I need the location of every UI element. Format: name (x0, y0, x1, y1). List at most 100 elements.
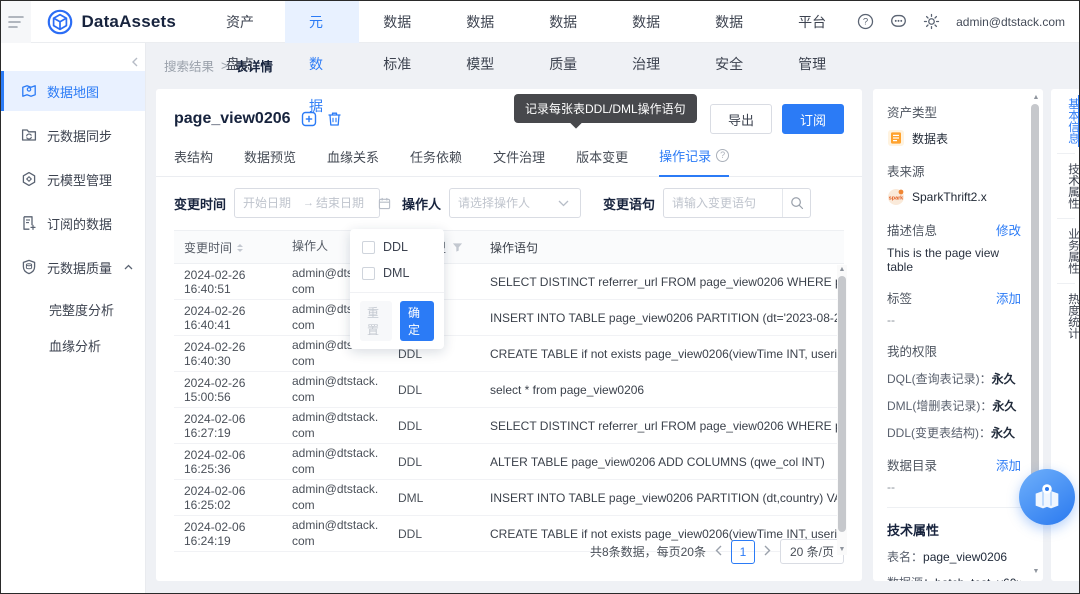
confirm-button[interactable]: 确定 (400, 301, 434, 341)
breadcrumb-search-results[interactable]: 搜索结果 (164, 56, 214, 75)
data-map-assistant-button[interactable] (1019, 469, 1075, 525)
nav-item-data-standard[interactable]: 数据标准 (359, 1, 442, 43)
checkbox-ddl[interactable] (362, 241, 375, 254)
operator-select[interactable] (449, 188, 581, 218)
filter-option-dml[interactable]: DML (362, 266, 432, 280)
end-date-input[interactable] (316, 196, 374, 210)
scrollbar-thumb[interactable] (838, 276, 846, 532)
reset-button[interactable]: 重置 (360, 301, 392, 341)
cell-statement-type: DML (398, 491, 490, 505)
sidebar-menu: 数据地图 元数据同步 元模型管理 订阅的数据 元数据质量 完整度分析 (1, 43, 145, 363)
tab-data-preview[interactable]: 数据预览 (244, 146, 296, 176)
table-row[interactable]: 2024-02-06 16:25:02 admin@dtstack.com DM… (174, 480, 844, 516)
operation-record-tooltip: 记录每张表DDL/DML操作语句 (514, 94, 697, 123)
sidebar-item-label: 订阅的数据 (47, 214, 112, 233)
sidebar-item-meta-model[interactable]: 元模型管理 (1, 159, 145, 199)
nav-item-data-security[interactable]: 数据安全 (691, 1, 774, 43)
table-scrollbar[interactable]: ▲ ▼ (837, 265, 847, 555)
sidebar-item-metadata-sync[interactable]: 元数据同步 (1, 115, 145, 155)
filter-option-ddl[interactable]: DDL (362, 240, 432, 254)
date-range-picker[interactable]: → (234, 188, 380, 218)
page-size-select[interactable]: 20 条/页 (780, 539, 844, 564)
cell-statement: ALTER TABLE page_view0206 ADD COLUMNS (q… (490, 455, 844, 469)
tags-value: -- (887, 313, 1021, 327)
table-row[interactable]: 2024-02-26 16:40:30 admin@dtstack.com DD… (174, 336, 844, 372)
side-tab-basic-info[interactable]: 基本信息 (1051, 89, 1080, 153)
nav-item-data-quality[interactable]: 数据质量 (525, 1, 608, 43)
checkbox-dml[interactable] (362, 267, 375, 280)
table-row[interactable]: 2024-02-26 16:40:51 admin@dtstack.com DD… (174, 264, 844, 300)
col-label: 操作语句 (490, 241, 538, 255)
delete-table-button[interactable] (327, 111, 342, 127)
option-label: DML (383, 266, 409, 280)
nav-item-data-model[interactable]: 数据模型 (442, 1, 525, 43)
hamburger-menu-button[interactable] (1, 1, 31, 43)
cell-statement-type: DDL (398, 527, 490, 541)
tab-label: 操作记录 (659, 146, 711, 165)
sql-search-input[interactable] (672, 196, 774, 210)
calendar-icon[interactable] (378, 197, 391, 210)
user-account[interactable]: admin@dtstack.com (956, 15, 1065, 29)
metadata-sync-icon (21, 127, 37, 143)
edit-description-link[interactable]: 修改 (996, 220, 1021, 239)
nav-item-metadata[interactable]: 元数据 (285, 1, 359, 43)
operator-select-input[interactable] (458, 196, 554, 210)
table-row[interactable]: 2024-02-26 15:00:56 admin@dtstack.com DD… (174, 372, 844, 408)
sql-search-field[interactable] (663, 188, 811, 218)
option-label: DDL (383, 240, 408, 254)
message-icon[interactable] (890, 13, 907, 30)
nav-item-data-governance[interactable]: 数据治理 (608, 1, 691, 43)
sidebar-collapse-button[interactable] (128, 55, 142, 69)
subscribe-button[interactable]: 订阅 (782, 104, 844, 134)
side-tab-heat-statistics[interactable]: 热度统计 (1051, 284, 1080, 348)
sidebar-subitem-lineage-analysis[interactable]: 血缘分析 (1, 327, 145, 363)
add-catalog-link[interactable]: 添加 (996, 455, 1021, 474)
page-number[interactable]: 1 (731, 540, 755, 564)
sidebar-item-metadata-quality[interactable]: 元数据质量 (1, 247, 145, 287)
add-tag-link[interactable]: 添加 (996, 288, 1021, 307)
settings-gear-icon[interactable] (923, 13, 940, 30)
sidebar-subitem-completeness-analysis[interactable]: 完整度分析 (1, 291, 145, 327)
brand-logo[interactable]: DataAssets (31, 9, 202, 35)
sidebar: 数据地图 元数据同步 元模型管理 订阅的数据 元数据质量 完整度分析 (1, 43, 146, 594)
table-row[interactable]: 2024-02-06 16:25:36 admin@dtstack.com DD… (174, 444, 844, 480)
search-button[interactable] (782, 189, 810, 217)
page-title: page_view0206 (174, 110, 291, 128)
description-value: This is the page view table (887, 246, 1021, 274)
tab-operation-record[interactable]: 操作记录 ? (659, 146, 729, 177)
sidebar-item-data-map[interactable]: 数据地图 (1, 71, 145, 111)
tab-task-dependency[interactable]: 任务依赖 (410, 146, 462, 176)
col-header-change-time[interactable]: 变更时间 (174, 239, 292, 256)
nav-item-platform-admin[interactable]: 平台管理 (774, 1, 857, 43)
filter-funnel-icon[interactable] (452, 242, 463, 253)
question-circle-icon[interactable]: ? (716, 149, 729, 162)
scroll-down-arrow[interactable]: ▼ (1031, 567, 1041, 577)
cell-operator: admin@dtstack.com (292, 482, 398, 513)
scroll-up-arrow[interactable]: ▲ (1031, 93, 1041, 103)
scrollbar-thumb[interactable] (1031, 104, 1039, 499)
sidebar-item-subscribed-data[interactable]: 订阅的数据 (1, 203, 145, 243)
side-tab-tech-properties[interactable]: 技术属性 (1051, 154, 1080, 218)
sort-icon[interactable] (237, 241, 243, 255)
tab-lineage[interactable]: 血缘关系 (327, 146, 379, 176)
chevron-up-icon[interactable] (124, 262, 133, 273)
tab-version-change[interactable]: 版本变更 (576, 146, 628, 176)
brand-name: DataAssets (81, 12, 176, 32)
export-button[interactable]: 导出 (710, 104, 772, 134)
table-row[interactable]: 2024-02-06 16:27:19 admin@dtstack.com DD… (174, 408, 844, 444)
next-page-arrow[interactable] (764, 545, 771, 559)
help-icon[interactable]: ? (857, 13, 874, 30)
start-date-input[interactable] (243, 196, 301, 210)
tab-file-governance[interactable]: 文件治理 (493, 146, 545, 176)
operation-record-table: 变更时间 操作人 语句类型 操作语句 2024-02-26 16:40:51 a… (174, 230, 844, 552)
side-tab-business-properties[interactable]: 业务属性 (1051, 219, 1080, 283)
chevron-left-icon (131, 57, 139, 67)
change-sql-label: 变更语句 (603, 194, 655, 213)
table-row[interactable]: 2024-02-26 16:40:41 admin@dtstack.com DM… (174, 300, 844, 336)
prev-page-arrow[interactable] (715, 545, 722, 559)
chevron-down-icon[interactable] (558, 200, 569, 207)
nav-item-asset-inventory[interactable]: 资产盘点 (202, 1, 285, 43)
tab-table-structure[interactable]: 表结构 (174, 146, 213, 176)
scroll-down-arrow[interactable]: ▼ (837, 545, 847, 555)
scroll-up-arrow[interactable]: ▲ (837, 265, 847, 275)
